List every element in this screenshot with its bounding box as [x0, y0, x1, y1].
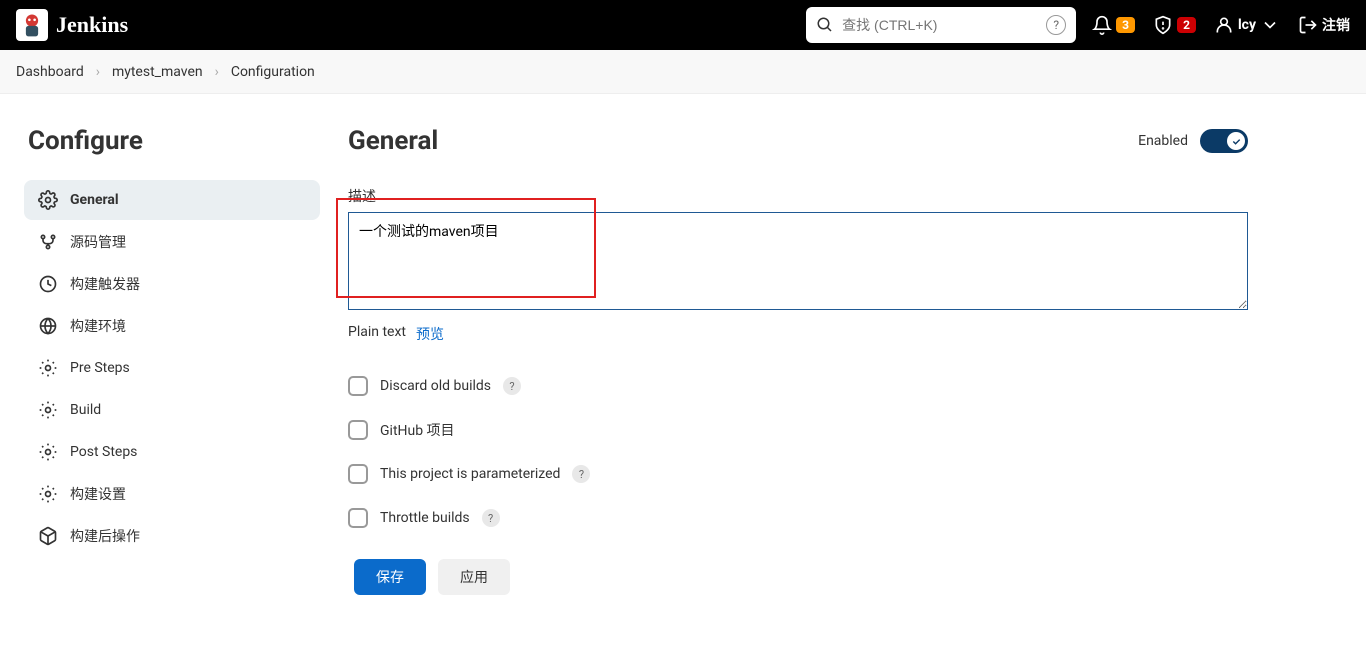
brand-text: Jenkins	[56, 12, 128, 38]
checkbox[interactable]	[348, 464, 368, 484]
description-textarea[interactable]	[348, 212, 1248, 310]
sidebar-item-label: Pre Steps	[70, 360, 130, 376]
checkbox-label: Throttle builds	[380, 510, 470, 526]
globe-icon	[38, 316, 58, 336]
bell-icon	[1092, 15, 1112, 35]
search-icon	[816, 16, 834, 34]
sidebar-title: Configure	[24, 126, 320, 156]
section-title: General	[348, 126, 438, 156]
sidebar-item-label: 构建设置	[70, 484, 126, 504]
checkbox-label: GitHub 项目	[380, 420, 455, 440]
gear-icon	[38, 190, 58, 210]
gear-icon	[38, 400, 58, 420]
checkbox-label: Discard old builds	[380, 378, 491, 394]
jenkins-logo[interactable]: Jenkins	[16, 9, 128, 41]
shield-icon	[1153, 15, 1173, 35]
sidebar-item-label: 构建触发器	[70, 274, 140, 294]
footer-actions: 保存 应用	[0, 546, 1366, 607]
option-throttle-builds: Throttle builds ?	[348, 496, 1248, 540]
checkbox-label: This project is parameterized	[380, 466, 560, 482]
sidebar-item-presteps[interactable]: Pre Steps	[24, 348, 320, 388]
save-button[interactable]: 保存	[354, 559, 426, 595]
user-icon	[1214, 15, 1234, 35]
toggle-knob	[1227, 132, 1245, 150]
package-icon	[38, 526, 58, 546]
help-icon[interactable]: ?	[482, 509, 500, 527]
preview-link[interactable]: 预览	[416, 324, 444, 344]
checkbox[interactable]	[348, 508, 368, 528]
enabled-toggle[interactable]	[1200, 129, 1248, 153]
help-icon[interactable]: ?	[503, 377, 521, 395]
search-help-icon[interactable]: ?	[1046, 15, 1066, 35]
gear-icon	[38, 484, 58, 504]
sidebar-item-label: 源码管理	[70, 232, 126, 252]
option-github-project: GitHub 项目	[348, 408, 1248, 452]
checkbox[interactable]	[348, 420, 368, 440]
chevron-right-icon: ›	[215, 64, 219, 80]
search-box[interactable]: ?	[806, 7, 1076, 43]
sidebar-item-poststeps[interactable]: Post Steps	[24, 432, 320, 472]
search-input[interactable]	[834, 17, 1046, 33]
description-label: 描述	[348, 186, 1248, 206]
notifications-button[interactable]: 3	[1092, 15, 1135, 35]
alert-badge: 2	[1177, 17, 1196, 33]
logout-button[interactable]: 注销	[1298, 15, 1350, 35]
logout-label: 注销	[1322, 15, 1350, 35]
help-icon[interactable]: ?	[572, 465, 590, 483]
sidebar-item-environment[interactable]: 构建环境	[24, 306, 320, 346]
breadcrumb-item-0[interactable]: Dashboard	[16, 64, 84, 80]
option-discard-old-builds: Discard old builds ?	[348, 364, 1248, 408]
sidebar-item-label: 构建环境	[70, 316, 126, 336]
sidebar-item-label: 构建后操作	[70, 526, 140, 546]
breadcrumb: Dashboard › mytest_maven › Configuration	[0, 50, 1366, 94]
sidebar-item-label: General	[70, 192, 119, 208]
user-name-label: lcy	[1238, 17, 1256, 33]
checkbox[interactable]	[348, 376, 368, 396]
sidebar-item-scm[interactable]: 源码管理	[24, 222, 320, 262]
clock-icon	[38, 274, 58, 294]
security-alerts-button[interactable]: 2	[1153, 15, 1196, 35]
plain-text-label: Plain text	[348, 324, 406, 344]
sidebar-item-triggers[interactable]: 构建触发器	[24, 264, 320, 304]
sidebar-item-build[interactable]: Build	[24, 390, 320, 430]
sidebar-item-settings[interactable]: 构建设置	[24, 474, 320, 514]
sidebar-item-label: Post Steps	[70, 444, 137, 460]
breadcrumb-item-1[interactable]: mytest_maven	[112, 64, 203, 80]
option-parameterized: This project is parameterized ?	[348, 452, 1248, 496]
apply-button[interactable]: 应用	[438, 559, 510, 595]
chevron-down-icon	[1260, 15, 1280, 35]
sidebar-item-label: Build	[70, 402, 101, 418]
gear-icon	[38, 442, 58, 462]
gear-icon	[38, 358, 58, 378]
branch-icon	[38, 232, 58, 252]
enabled-label: Enabled	[1138, 133, 1188, 149]
breadcrumb-item-2[interactable]: Configuration	[231, 64, 315, 80]
chevron-right-icon: ›	[96, 64, 100, 80]
user-menu[interactable]: lcy	[1214, 15, 1280, 35]
check-icon	[1231, 136, 1242, 147]
logout-icon	[1298, 15, 1318, 35]
notif-badge: 3	[1116, 17, 1135, 33]
jenkins-logo-icon	[16, 9, 48, 41]
sidebar-item-general[interactable]: General	[24, 180, 320, 220]
